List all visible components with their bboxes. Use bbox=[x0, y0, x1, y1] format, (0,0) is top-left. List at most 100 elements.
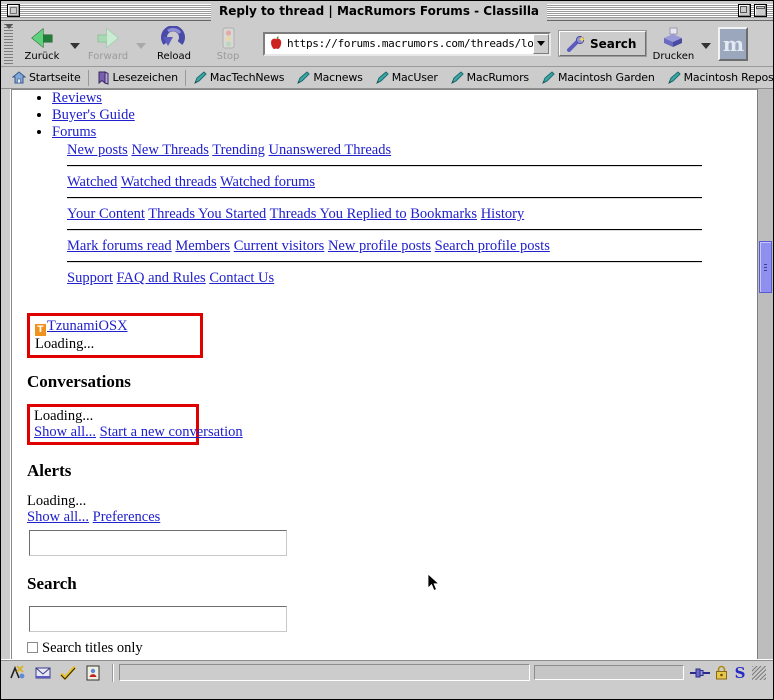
nav-link-support[interactable]: Support bbox=[67, 270, 113, 286]
bookmark-label: MacTechNews bbox=[209, 71, 285, 84]
scrollbar-thumb[interactable] bbox=[759, 241, 772, 293]
status-bar: S bbox=[1, 659, 773, 685]
print-button[interactable]: Drucken bbox=[646, 22, 700, 66]
nav-link-new-threads[interactable]: New Threads bbox=[131, 142, 208, 158]
address-dropdown-icon[interactable] bbox=[533, 33, 549, 54]
addressbook-icon[interactable] bbox=[84, 664, 102, 682]
toolbar-grip[interactable] bbox=[4, 23, 13, 64]
pencil-icon bbox=[450, 70, 464, 85]
status-separator bbox=[112, 663, 113, 682]
alerts-loading-status: Loading... bbox=[27, 493, 87, 509]
search-button[interactable]: Search bbox=[559, 31, 647, 56]
bookmark-item-bookmarks[interactable]: Lesezeichen bbox=[90, 68, 184, 88]
navigation-toolbar: Zurück Forward Reload Stop https://forum… bbox=[1, 21, 773, 67]
address-bar[interactable]: https://forums.macrumors.com/threads/loa… bbox=[263, 31, 551, 56]
composer-icon[interactable] bbox=[9, 664, 27, 682]
nav-link-contact-us[interactable]: Contact Us bbox=[209, 270, 274, 286]
window-titlebar[interactable]: Reply to thread | MacRumors Forums - Cla… bbox=[1, 0, 773, 21]
nav-link-watched[interactable]: Watched bbox=[67, 174, 117, 190]
page-body: T TzunamiOSX Loading... Conversations Loa… bbox=[12, 313, 757, 659]
nav-link-watched-forums[interactable]: Watched forums bbox=[220, 174, 315, 190]
bookmark-label: Lesezeichen bbox=[112, 71, 179, 84]
bookmark-label: MacUser bbox=[391, 71, 438, 84]
pencil-icon bbox=[296, 70, 311, 85]
resize-grip-icon[interactable] bbox=[752, 665, 766, 680]
progress-bar bbox=[534, 665, 684, 680]
online-plug-icon[interactable] bbox=[690, 666, 710, 680]
lock-icon[interactable] bbox=[715, 665, 728, 680]
bookmark-item-mactechnews[interactable]: MacTechNews bbox=[187, 68, 290, 88]
nav-link-faq-and-rules[interactable]: FAQ and Rules bbox=[117, 270, 206, 286]
nav-link-new-posts[interactable]: New posts bbox=[67, 142, 128, 158]
account-username-link[interactable]: TzunamiOSX bbox=[47, 318, 128, 334]
nav-link-unanswered-threads[interactable]: Unanswered Threads bbox=[269, 142, 392, 158]
nav-link-search-profile-posts[interactable]: Search profile posts bbox=[435, 238, 550, 254]
alerts-preferences-link[interactable]: Preferences bbox=[93, 509, 161, 525]
bookmark-item-macintosh-repository[interactable]: Macintosh Reposito... bbox=[661, 68, 773, 88]
back-button-label: Zurück bbox=[24, 50, 60, 62]
edit-icon[interactable] bbox=[59, 664, 77, 682]
classilla-icon[interactable]: S bbox=[733, 665, 747, 681]
classilla-logo-badge[interactable]: m bbox=[718, 26, 749, 61]
page-viewport: Reviews Buyer's Guide Forums New posts N… bbox=[12, 89, 757, 659]
collapse-box-icon[interactable] bbox=[754, 4, 767, 17]
reload-icon bbox=[161, 24, 187, 50]
nav-link[interactable]: Reviews bbox=[52, 90, 102, 106]
bookmark-item-macnews[interactable]: Macnews bbox=[290, 68, 368, 88]
bookmark-item-macrumors[interactable]: MacRumors bbox=[444, 68, 535, 88]
nav-row-support: Support FAQ and Rules Contact Us bbox=[12, 269, 757, 287]
back-history-caret-icon[interactable] bbox=[70, 42, 80, 49]
list-item[interactable]: Buyer's Guide bbox=[52, 107, 757, 124]
stop-button-label: Stop bbox=[216, 50, 240, 62]
bookmark-item-home[interactable]: Startseite bbox=[6, 68, 87, 88]
list-item[interactable]: Reviews bbox=[52, 90, 757, 107]
window-title: Reply to thread | MacRumors Forums - Cla… bbox=[210, 0, 548, 21]
nav-link-new-profile-posts[interactable]: New profile posts bbox=[328, 238, 431, 254]
nav-link-your-content[interactable]: Your Content bbox=[67, 206, 145, 222]
search-input[interactable] bbox=[29, 606, 287, 632]
conversations-show-all-link[interactable]: Show all... bbox=[34, 424, 96, 440]
bookmark-label: Startseite bbox=[29, 71, 81, 84]
bookmarks-separator bbox=[87, 69, 89, 86]
search-titles-only-checkbox[interactable] bbox=[27, 642, 38, 653]
forward-button[interactable]: Forward bbox=[81, 22, 135, 66]
bookmark-item-macuser[interactable]: MacUser bbox=[369, 68, 444, 88]
nav-link-history[interactable]: History bbox=[481, 206, 525, 222]
account-highlight-box: T TzunamiOSX Loading... bbox=[27, 313, 203, 358]
vertical-scrollbar[interactable] bbox=[757, 89, 773, 659]
site-bullet-nav: Reviews Buyer's Guide Forums bbox=[12, 90, 757, 141]
alerts-actions: Show all... Preferences bbox=[27, 509, 757, 526]
stop-button[interactable]: Stop bbox=[201, 22, 255, 66]
alerts-input[interactable] bbox=[29, 530, 287, 556]
nav-link-bookmarks[interactable]: Bookmarks bbox=[410, 206, 477, 222]
account-row[interactable]: T TzunamiOSX bbox=[35, 318, 200, 336]
nav-divider bbox=[67, 165, 702, 167]
nav-link-members[interactable]: Members bbox=[175, 238, 230, 254]
back-button[interactable]: Zurück bbox=[15, 22, 69, 66]
status-message-field bbox=[119, 664, 530, 681]
status-right-icons: S bbox=[690, 665, 773, 681]
nav-link-trending[interactable]: Trending bbox=[212, 142, 265, 158]
address-bar-url[interactable]: https://forums.macrumors.com/threads/loa… bbox=[287, 37, 533, 50]
forward-history-caret-icon[interactable] bbox=[136, 42, 146, 49]
content-row: Reviews Buyer's Guide Forums New posts N… bbox=[1, 89, 773, 659]
nav-link-threads-you-replied-to[interactable]: Threads You Replied to bbox=[270, 206, 407, 222]
nav-link-current-visitors[interactable]: Current visitors bbox=[234, 238, 325, 254]
search-titles-only-row[interactable]: Search titles only bbox=[27, 640, 757, 657]
zoom-box-icon[interactable] bbox=[738, 4, 751, 17]
start-new-conversation-link[interactable]: Start a new conversation bbox=[100, 424, 243, 440]
list-item[interactable]: Forums bbox=[52, 124, 757, 141]
nav-link[interactable]: Forums bbox=[52, 124, 96, 140]
alerts-show-all-link[interactable]: Show all... bbox=[27, 509, 89, 525]
nav-link-watched-threads[interactable]: Watched threads bbox=[121, 174, 217, 190]
close-box-icon[interactable] bbox=[7, 4, 20, 17]
nav-link-mark-forums-read[interactable]: Mark forums read bbox=[67, 238, 172, 254]
nav-link[interactable]: Buyer's Guide bbox=[52, 107, 135, 123]
alerts-heading: Alerts bbox=[27, 461, 72, 480]
mail-icon[interactable] bbox=[34, 664, 52, 682]
nav-divider bbox=[67, 261, 702, 263]
nav-link-threads-you-started[interactable]: Threads You Started bbox=[148, 206, 266, 222]
print-options-caret-icon[interactable] bbox=[701, 42, 712, 49]
reload-button[interactable]: Reload bbox=[147, 22, 201, 66]
bookmark-item-macintosh-garden[interactable]: Macintosh Garden bbox=[535, 68, 661, 88]
